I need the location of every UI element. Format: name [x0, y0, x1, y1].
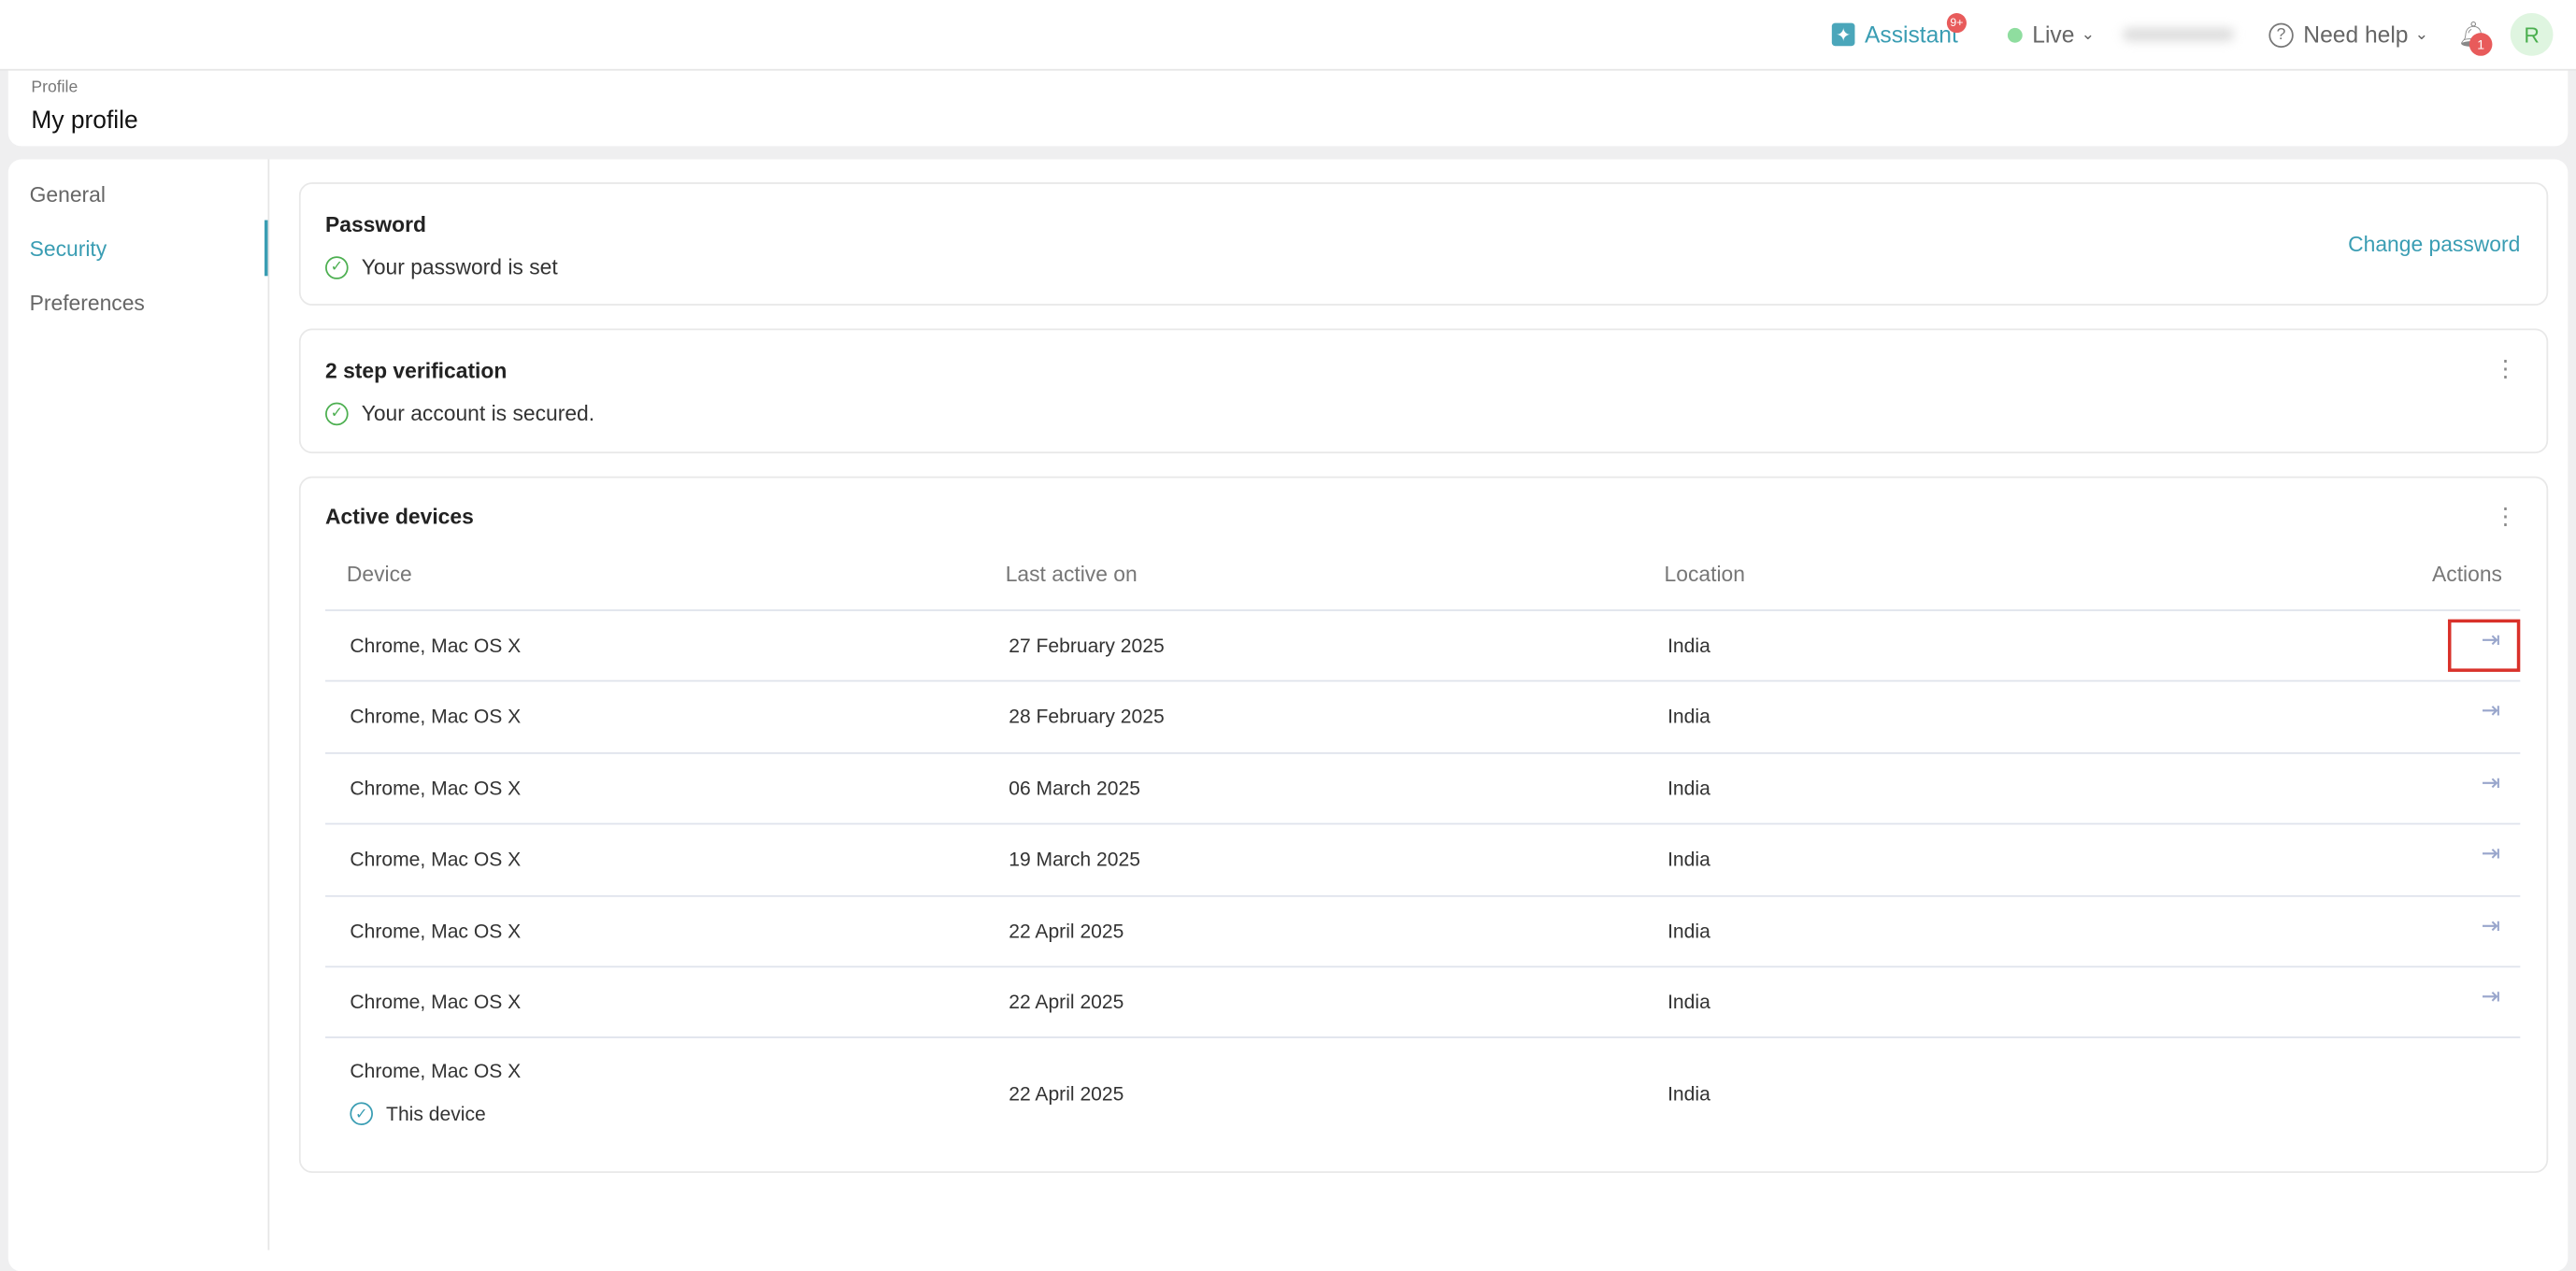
location: India: [1667, 920, 1710, 943]
assistant-label: Assistant: [1865, 21, 1958, 48]
avatar[interactable]: R: [2511, 13, 2554, 56]
logout-icon: ⇥: [2482, 911, 2501, 937]
location: India: [1667, 991, 1710, 1014]
two-step-title: 2 step verification: [325, 358, 507, 382]
highlight-box: [2448, 620, 2520, 672]
table-row: Chrome, Mac OS X 22 April 2025 India ⇥: [325, 966, 2520, 1039]
active-devices-card: Active devices ⋮ Device Last active on L…: [299, 477, 2548, 1173]
device-name: Chrome, Mac OS X: [350, 634, 521, 657]
main-panel: General Security Preferences Password ✓ Y…: [8, 159, 2568, 1271]
table-row: Chrome, Mac OS X 22 April 2025 India ⇥: [325, 894, 2520, 967]
logout-icon: ⇥: [2482, 768, 2501, 794]
assistant-button[interactable]: ✦ Assistant 9+: [1832, 0, 1958, 69]
two-step-card: 2 step verification ✓ Your account is sec…: [299, 329, 2548, 454]
column-header-actions: Actions: [2432, 562, 2502, 586]
active-indicator: [265, 221, 268, 277]
column-header-location: Location: [1665, 562, 1745, 586]
environment-label: Live: [2032, 21, 2074, 48]
chevron-down-icon: ⌄: [2415, 25, 2429, 43]
logout-icon: ⇥: [2482, 697, 2501, 723]
change-password-link[interactable]: Change password: [2348, 232, 2520, 256]
table-row: Chrome, Mac OS X 27 February 2025 India⇥: [325, 609, 2520, 682]
need-help-label: Need help: [2303, 21, 2408, 48]
page-title: My profile: [31, 107, 137, 135]
notifications-button[interactable]: 🔔︎ 1: [2458, 0, 2489, 69]
table-row: Chrome, Mac OS X 28 February 2025 India ⇥: [325, 680, 2520, 753]
live-status-dot: [2008, 27, 2023, 42]
table-row: Chrome, Mac OS X 22 April 2025 India ✓ Thi…: [325, 1037, 2520, 1174]
last-active-date: 06 March 2025: [1009, 777, 1140, 800]
location: India: [1667, 634, 1710, 657]
location: India: [1667, 848, 1710, 871]
account-switcher[interactable]: [2123, 28, 2235, 41]
sparkle-icon: ✦: [1832, 23, 1855, 47]
breadcrumb[interactable]: Profile: [31, 79, 78, 96]
device-name: Chrome, Mac OS X: [350, 1060, 521, 1083]
logout-device-button[interactable]: ⇥: [2482, 911, 2501, 939]
logout-icon: ⇥: [2482, 840, 2501, 866]
logout-device-button[interactable]: ⇥: [2482, 840, 2501, 868]
chevron-down-icon: ⌄: [2081, 25, 2095, 43]
more-options-icon[interactable]: ⋮: [2494, 505, 2517, 528]
sidebar: General Security Preferences: [8, 159, 269, 1250]
password-title: Password: [325, 212, 426, 236]
password-status: ✓ Your password is set: [325, 254, 558, 278]
last-active-date: 22 April 2025: [1009, 920, 1123, 943]
device-name: Chrome, Mac OS X: [350, 920, 521, 943]
assistant-badge: 9+: [1947, 13, 1967, 33]
logout-device-button[interactable]: ⇥: [2482, 697, 2501, 725]
location: India: [1667, 777, 1710, 800]
check-circle-icon: ✓: [325, 402, 349, 425]
logout-icon: ⇥: [2482, 982, 2501, 1008]
password-status-text: Your password is set: [362, 254, 558, 278]
top-bar: ✦ Assistant 9+ Live ⌄ ? Need help ⌄ 🔔︎ 1…: [0, 0, 2576, 71]
logout-device-button[interactable]: ⇥: [2482, 768, 2501, 796]
table-row: Chrome, Mac OS X 19 March 2025 India ⇥: [325, 823, 2520, 896]
device-name: Chrome, Mac OS X: [350, 848, 521, 871]
check-circle-icon: ✓: [350, 1103, 373, 1126]
column-header-device: Device: [347, 562, 412, 586]
last-active-date: 28 February 2025: [1009, 706, 1165, 729]
page-header: Profile My profile: [8, 71, 2568, 147]
device-name: Chrome, Mac OS X: [350, 706, 521, 729]
need-help-dropdown[interactable]: ? Need help ⌄: [2268, 0, 2428, 69]
notification-count: 1: [2469, 33, 2493, 56]
column-header-last-active: Last active on: [1006, 562, 1138, 586]
two-step-status: ✓ Your account is secured.: [325, 401, 594, 425]
help-icon: ?: [2268, 22, 2293, 47]
last-active-date: 22 April 2025: [1009, 991, 1123, 1014]
device-name: Chrome, Mac OS X: [350, 991, 521, 1014]
two-step-status-text: Your account is secured.: [362, 401, 594, 425]
last-active-date: 27 February 2025: [1009, 634, 1165, 657]
password-card: Password ✓ Your password is set Change pa…: [299, 182, 2548, 306]
sidebar-item-security[interactable]: Security: [30, 236, 107, 261]
table-row: Chrome, Mac OS X 06 March 2025 India ⇥: [325, 752, 2520, 825]
environment-dropdown[interactable]: Live ⌄: [2008, 0, 2095, 69]
last-active-date: 22 April 2025: [1009, 1083, 1123, 1107]
location: India: [1667, 1083, 1710, 1107]
this-device-label: This device: [386, 1103, 486, 1126]
location: India: [1667, 706, 1710, 729]
last-active-date: 19 March 2025: [1009, 848, 1140, 871]
check-circle-icon: ✓: [325, 255, 349, 278]
sidebar-item-preferences[interactable]: Preferences: [30, 291, 145, 315]
active-devices-title: Active devices: [325, 505, 474, 529]
this-device-indicator: ✓ This device: [350, 1103, 485, 1126]
more-options-icon[interactable]: ⋮: [2494, 356, 2517, 379]
logout-device-button[interactable]: ⇥: [2482, 982, 2501, 1010]
sidebar-item-general[interactable]: General: [30, 182, 106, 207]
device-name: Chrome, Mac OS X: [350, 777, 521, 800]
